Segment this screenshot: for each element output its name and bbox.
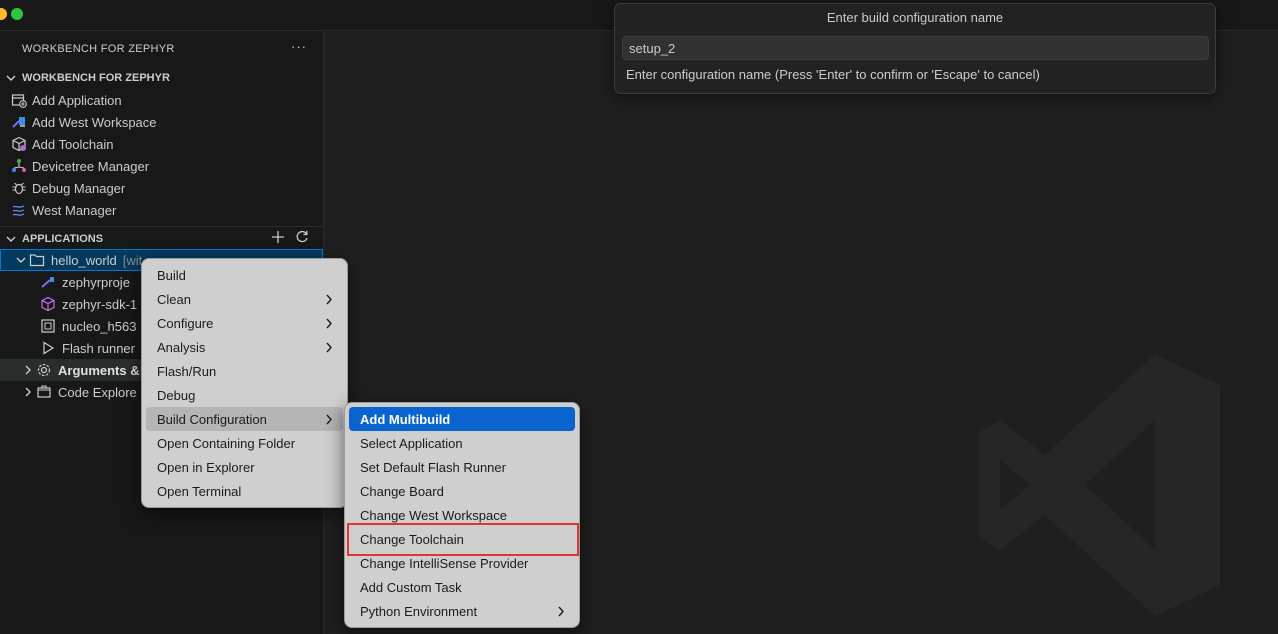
chevron-right-icon [325, 317, 333, 332]
west-link-icon [40, 274, 56, 290]
menu-item-python-environment[interactable]: Python Environment [349, 599, 575, 623]
folder-icon [29, 252, 45, 268]
tree-item-label: zephyrproje [62, 274, 130, 290]
tree-item-label: nucleo_h563 [62, 318, 137, 334]
quick-input-title: Enter build configuration name [826, 10, 1004, 25]
menu-item-set-default-flash-runner[interactable]: Set Default Flash Runner [349, 455, 575, 479]
window: WORKBENCH FOR ZEPHYR ··· WORKBENCH FOR Z… [0, 0, 1278, 634]
chevron-down-icon [13, 255, 29, 265]
sidebar-item-label: West Manager [32, 202, 117, 218]
sidebar-item-add-toolchain[interactable]: Add Toolchain [0, 133, 323, 155]
bug-icon [10, 180, 28, 196]
menu-item-open-in-explorer[interactable]: Open in Explorer [146, 455, 343, 479]
menu-item-configure[interactable]: Configure [146, 311, 343, 335]
menu-item-build-configuration[interactable]: Build Configuration [146, 407, 343, 431]
gear-icon [36, 362, 52, 378]
tree-item-label: Arguments & [58, 362, 140, 378]
menu-item-change-board[interactable]: Change Board [349, 479, 575, 503]
sidebar-item-label: Add Toolchain [32, 136, 114, 152]
sidebar-title: WORKBENCH FOR ZEPHYR [22, 43, 175, 55]
tree-item-description: [wit [122, 252, 143, 268]
add-app-icon [10, 92, 28, 108]
menu-item-add-custom-task[interactable]: Add Custom Task [349, 575, 575, 599]
build-configuration-submenu: Add Multibuild Select Application Set De… [344, 402, 580, 628]
play-icon [40, 340, 56, 356]
quick-input-dialog: Enter build configuration name Enter con… [614, 3, 1216, 94]
menu-item-open-terminal[interactable]: Open Terminal [146, 479, 343, 503]
menu-item-open-containing-folder[interactable]: Open Containing Folder [146, 431, 343, 455]
vscode-logo-watermark [979, 354, 1220, 616]
menu-item-select-application[interactable]: Select Application [349, 431, 575, 455]
tree-item-label: Code Explore [58, 384, 137, 400]
menu-item-clean[interactable]: Clean [146, 287, 343, 311]
west-icon [10, 202, 28, 218]
menu-item-change-toolchain[interactable]: Change Toolchain [349, 527, 575, 551]
add-icon[interactable] [271, 230, 285, 248]
chevron-right-icon [325, 341, 333, 356]
sidebar-item-debug-manager[interactable]: Debug Manager [0, 177, 323, 199]
section-workbench-header[interactable]: WORKBENCH FOR ZEPHYR [0, 67, 323, 89]
menu-item-analysis[interactable]: Analysis [146, 335, 343, 359]
menu-item-add-multibuild[interactable]: Add Multibuild [349, 407, 575, 431]
section-applications-header[interactable]: APPLICATIONS [0, 228, 323, 250]
menu-item-change-intellisense-provider[interactable]: Change IntelliSense Provider [349, 551, 575, 575]
chevron-down-icon [0, 73, 22, 83]
context-menu: Build Clean Configure Analysis Flash/Run… [141, 258, 348, 508]
sidebar-item-west-manager[interactable]: West Manager [0, 199, 323, 221]
chevron-right-icon [557, 605, 565, 620]
menu-item-build[interactable]: Build [146, 263, 343, 287]
sidebar-item-add-application[interactable]: Add Application [0, 89, 323, 111]
section-applications-title: APPLICATIONS [22, 233, 104, 245]
tree-item-label: Flash runner [62, 340, 135, 356]
west-workspace-icon [10, 114, 28, 130]
sidebar-item-label: Add Application [32, 92, 122, 108]
more-actions-icon[interactable]: ··· [291, 39, 307, 54]
section-divider [0, 226, 323, 227]
code-explorer-icon [36, 384, 52, 400]
sidebar-item-label: Devicetree Manager [32, 158, 150, 174]
tree-item-label: zephyr-sdk-1 [62, 296, 138, 312]
sidebar-item-label: Add West Workspace [32, 114, 157, 130]
sidebar-item-add-west-workspace[interactable]: Add West Workspace [0, 111, 323, 133]
quick-input-message: Enter configuration name (Press 'Enter' … [626, 67, 1040, 82]
sidebar-item-label: Debug Manager [32, 180, 126, 196]
configuration-name-input[interactable] [622, 36, 1209, 60]
chevron-down-icon [0, 234, 22, 244]
chevron-right-icon [325, 413, 333, 428]
sidebar-item-devicetree-manager[interactable]: Devicetree Manager [0, 155, 323, 177]
toolchain-icon [10, 136, 28, 152]
section-workbench-title: WORKBENCH FOR ZEPHYR [22, 72, 170, 84]
menu-item-debug[interactable]: Debug [146, 383, 343, 407]
chevron-right-icon [20, 387, 36, 397]
chip-icon [40, 318, 56, 334]
minimize-button[interactable] [0, 8, 7, 20]
package-icon [40, 296, 56, 312]
refresh-icon[interactable] [295, 230, 309, 248]
maximize-button[interactable] [11, 8, 23, 20]
chevron-right-icon [325, 293, 333, 308]
tree-item-label: hello_world [51, 252, 117, 268]
menu-item-change-west-workspace[interactable]: Change West Workspace [349, 503, 575, 527]
menu-item-flash-run[interactable]: Flash/Run [146, 359, 343, 383]
devicetree-icon [10, 158, 28, 174]
chevron-right-icon [20, 365, 36, 375]
